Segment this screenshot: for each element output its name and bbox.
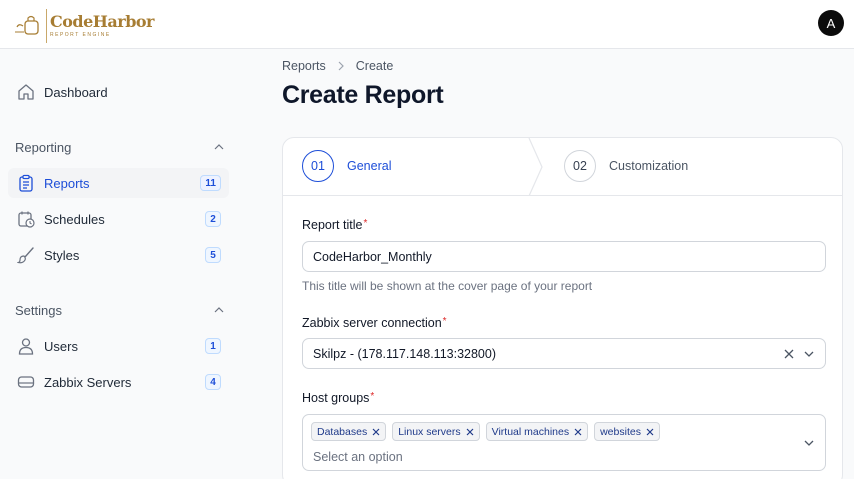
required-asterisk: * <box>442 316 447 327</box>
logo-divider <box>46 9 47 43</box>
report-title-hint: This title will be shown at the cover pa… <box>302 279 593 293</box>
top-bar: CodeHarbor REPORT ENGINE A <box>0 0 854 49</box>
tag-label: Virtual machines <box>491 425 570 438</box>
home-icon <box>16 82 36 102</box>
sidebar-item-dashboard[interactable]: Dashboard <box>8 77 229 107</box>
select-controls <box>783 347 815 361</box>
harbor-logo-icon <box>14 13 44 39</box>
tag-label: Linux servers <box>398 425 461 438</box>
clear-icon[interactable] <box>783 347 795 361</box>
breadcrumb-current: Create <box>355 59 394 73</box>
sidebar-item-schedules[interactable]: Schedules 2 <box>8 204 229 234</box>
server-connection-label: Zabbix server connection* <box>302 316 447 330</box>
sidebar-item-reports[interactable]: Reports 11 <box>8 168 229 198</box>
label-text: Zabbix server connection <box>302 316 442 330</box>
page-title: Create Report <box>282 81 444 109</box>
host-groups-label: Host groups* <box>302 391 374 405</box>
sidebar-item-label: Schedules <box>44 211 105 227</box>
host-groups-placeholder[interactable]: Select an option <box>313 450 403 464</box>
required-asterisk: * <box>363 218 368 229</box>
step-number: 01 <box>302 150 334 182</box>
breadcrumb-reports-link[interactable]: Reports <box>282 59 326 73</box>
tag-websites: websites <box>594 422 660 441</box>
count-badge: 5 <box>205 247 221 263</box>
user-avatar[interactable]: A <box>818 10 844 36</box>
tag-virtual-machines: Virtual machines <box>485 422 589 441</box>
count-badge: 4 <box>205 374 221 390</box>
sidebar-item-styles[interactable]: Styles 5 <box>8 240 229 270</box>
sidebar-item-label: Zabbix Servers <box>44 374 132 390</box>
tag-linux-servers: Linux servers <box>392 422 480 441</box>
brand-name: CodeHarbor <box>50 12 154 31</box>
count-badge: 2 <box>205 211 221 227</box>
label-text: Host groups <box>302 391 370 405</box>
breadcrumb: Reports Create <box>282 59 393 73</box>
step-general[interactable]: 01 General <box>302 150 391 182</box>
tag-databases: Databases <box>311 422 387 441</box>
user-icon <box>16 336 36 356</box>
sidebar-item-label: Users <box>44 338 78 354</box>
remove-tag-icon[interactable] <box>372 428 380 436</box>
sidebar-item-zabbix-servers[interactable]: Zabbix Servers 4 <box>8 367 229 397</box>
chevron-down-icon[interactable] <box>803 437 815 449</box>
create-report-form-card: 01 General 02 Customization Report title… <box>282 137 843 479</box>
report-title-input[interactable]: CodeHarbor_Monthly <box>302 241 826 272</box>
label-text: Report title <box>302 218 363 232</box>
remove-tag-icon[interactable] <box>466 428 474 436</box>
step-customization[interactable]: 02 Customization <box>564 150 688 182</box>
step-divider <box>528 137 544 197</box>
wizard-steps: 01 General 02 Customization <box>283 137 842 197</box>
sidebar: Dashboard Reporting Reports 11 Schedules… <box>0 50 244 479</box>
logo-text: CodeHarbor REPORT ENGINE <box>50 13 154 39</box>
chevron-right-icon <box>338 61 344 71</box>
reporting-group-header[interactable]: Reporting <box>15 139 225 155</box>
selected-tags: Databases Linux servers Virtual machines… <box>311 422 660 441</box>
chevron-up-icon <box>213 141 225 153</box>
step-label: General <box>347 159 392 173</box>
calendar-clock-icon <box>16 209 36 229</box>
sidebar-item-label: Dashboard <box>44 84 108 100</box>
brush-icon <box>16 245 36 265</box>
chevron-down-icon[interactable] <box>803 347 815 361</box>
group-title: Reporting <box>15 139 72 155</box>
count-badge: 11 <box>200 175 221 191</box>
tag-label: websites <box>600 425 641 438</box>
step-label: Customization <box>609 159 689 173</box>
remove-tag-icon[interactable] <box>646 428 654 436</box>
chevron-up-icon <box>213 304 225 316</box>
server-icon <box>16 372 36 392</box>
tag-label: Databases <box>317 425 368 438</box>
server-connection-select[interactable]: Skilpz - (178.117.148.113:32800) <box>302 338 826 369</box>
clipboard-icon <box>16 173 36 193</box>
sidebar-item-users[interactable]: Users 1 <box>8 331 229 361</box>
brand-tagline: REPORT ENGINE <box>50 32 111 38</box>
report-title-label: Report title* <box>302 218 367 232</box>
step-number: 02 <box>564 150 596 182</box>
remove-tag-icon[interactable] <box>574 428 582 436</box>
sidebar-item-label: Styles <box>44 247 80 263</box>
sidebar-item-label: Reports <box>44 175 90 191</box>
brand-logo[interactable]: CodeHarbor REPORT ENGINE <box>14 9 154 43</box>
count-badge: 1 <box>205 338 221 354</box>
selected-server: Skilpz - (178.117.148.113:32800) <box>313 346 496 361</box>
settings-group-header[interactable]: Settings <box>15 302 225 318</box>
group-title: Settings <box>15 302 62 318</box>
host-groups-multiselect[interactable]: Databases Linux servers Virtual machines… <box>302 414 826 471</box>
required-asterisk: * <box>370 391 375 402</box>
